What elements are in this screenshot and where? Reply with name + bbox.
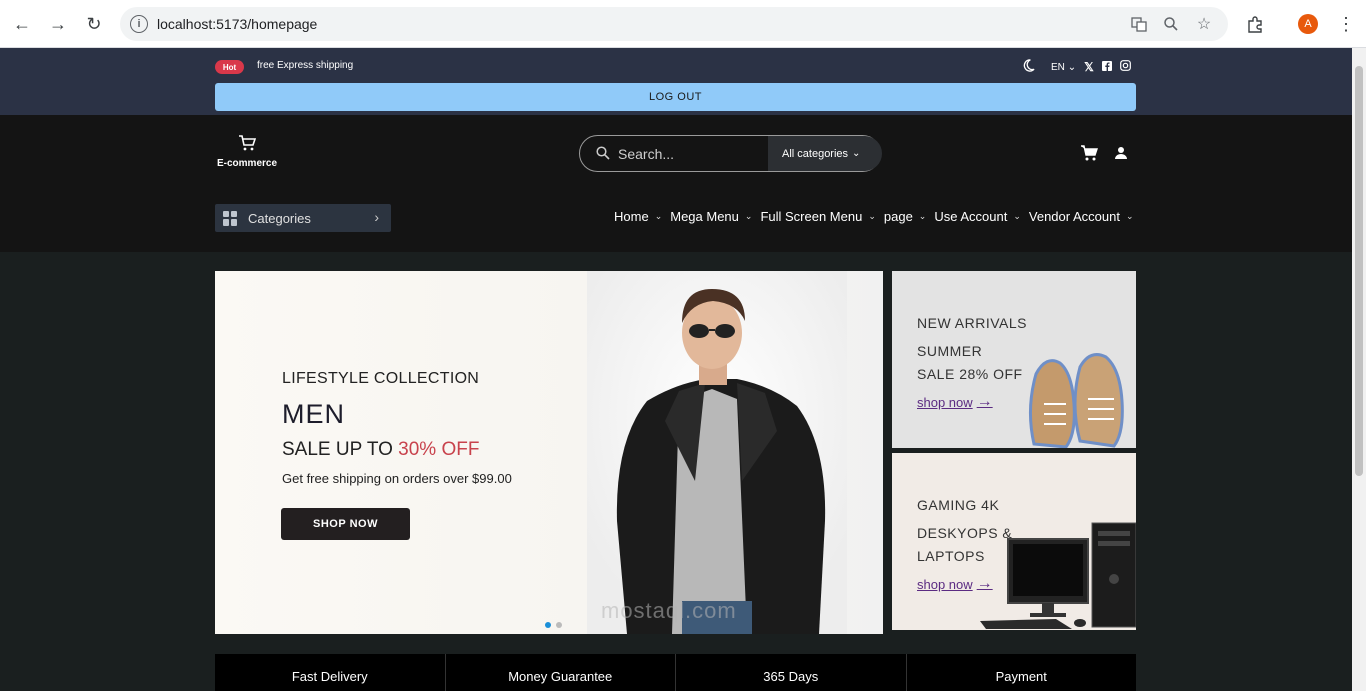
facebook-icon[interactable] xyxy=(1101,60,1112,74)
moon-icon[interactable] xyxy=(1022,59,1035,75)
computer-image xyxy=(980,522,1136,629)
url-text[interactable]: localhost:5173/homepage xyxy=(157,16,317,32)
user-icon[interactable] xyxy=(1112,144,1130,162)
menu-item-use-account[interactable]: Use Account ⌄ xyxy=(934,209,1021,224)
address-bar[interactable]: i localhost:5173/homepage ☆ xyxy=(120,7,1228,41)
page-scrollbar[interactable] xyxy=(1352,48,1366,691)
promo-banner-shoes: NEW ARRIVALS SUMMER SALE 28% OFF shop no… xyxy=(892,271,1136,448)
feature-money-guarantee: Money Guarantee xyxy=(446,654,676,691)
banner-heading: NEW ARRIVALS xyxy=(917,315,1027,331)
main-menu: Home ⌄ Mega Menu ⌄ Full Screen Menu ⌄ page ⌄… xyxy=(614,209,1142,224)
extensions-icon[interactable] xyxy=(1243,12,1267,36)
categories-button[interactable]: Categories › xyxy=(215,204,391,232)
arrow-right-icon: → xyxy=(976,393,993,410)
features-bar: Fast Delivery Money Guarantee 365 Days P… xyxy=(215,654,1136,691)
hero-subtitle: LIFESTYLE COLLECTION xyxy=(282,370,480,387)
link-label: shop now xyxy=(917,576,973,592)
site-info-icon[interactable]: i xyxy=(130,15,148,33)
menu-label: Vendor Account xyxy=(1028,209,1120,224)
translate-icon[interactable] xyxy=(1129,14,1149,34)
promo-banner-computers: GAMING 4K DESKYOPS & LAPTOPS shop now → xyxy=(892,453,1136,630)
category-select-label: All categories xyxy=(782,147,849,160)
menu-item-home[interactable]: Home ⌄ xyxy=(614,209,662,224)
chevron-down-icon: ⌄ xyxy=(654,211,663,221)
menu-item-page[interactable]: page ⌄ xyxy=(884,209,926,224)
menu-label: Full Screen Menu xyxy=(760,209,863,224)
profile-avatar[interactable]: A xyxy=(1298,14,1318,34)
cart-logo-icon xyxy=(215,135,279,156)
menu-label: page xyxy=(883,209,913,224)
browser-menu-icon[interactable]: ⋮ xyxy=(1334,12,1358,36)
model-image xyxy=(587,271,847,634)
shop-now-link[interactable]: shop now → xyxy=(917,393,993,411)
shoes-image xyxy=(1028,353,1124,448)
search-icon xyxy=(596,146,610,160)
hot-badge: Hot xyxy=(215,60,244,74)
link-label: shop now xyxy=(917,394,973,410)
chevron-down-icon: ⌄ xyxy=(868,211,876,221)
category-select[interactable]: All categories ⌄ xyxy=(768,136,882,171)
language-label: EN xyxy=(1051,61,1065,73)
reload-icon[interactable]: ↻ xyxy=(82,12,106,36)
watermark: mostaql.com xyxy=(601,598,737,623)
banner-line2: SALE 28% OFF xyxy=(917,366,1023,382)
menu-item-mega-menu[interactable]: Mega Menu ⌄ xyxy=(670,209,752,224)
hero-description: Get free shipping on orders over $99.00 xyxy=(282,471,512,486)
chevron-down-icon: ⌄ xyxy=(744,211,753,221)
grid-icon xyxy=(223,210,238,226)
back-icon[interactable]: ← xyxy=(10,12,34,36)
banner-line2: LAPTOPS xyxy=(917,548,985,564)
shipping-text: free Express shipping xyxy=(257,60,354,71)
categories-label: Categories xyxy=(248,210,311,226)
site-header: E-commerce All categories ⌄ Categories ›… xyxy=(0,115,1352,252)
language-selector[interactable]: EN ⌄ xyxy=(1051,62,1076,73)
banner-heading: GAMING 4K xyxy=(917,497,1000,513)
feature-365-days: 365 Days xyxy=(676,654,907,691)
menu-item-full-screen-menu[interactable]: Full Screen Menu ⌄ xyxy=(760,209,875,224)
bookmark-star-icon[interactable]: ☆ xyxy=(1194,14,1214,34)
sale-highlight: 30% OFF xyxy=(398,439,480,460)
chevron-down-icon: ⌄ xyxy=(1125,211,1134,221)
chevron-down-icon: ⌄ xyxy=(1067,61,1077,73)
search-bar: All categories ⌄ xyxy=(579,135,882,172)
chevron-right-icon: › xyxy=(374,209,379,225)
slider-dot[interactable] xyxy=(545,622,551,628)
hero-slider: LIFESTYLE COLLECTION MEN SALE UP TO 30% … xyxy=(215,271,883,634)
menu-item-vendor-account[interactable]: Vendor Account ⌄ xyxy=(1029,209,1134,224)
chevron-down-icon: ⌄ xyxy=(852,148,861,159)
banner-line1: SUMMER xyxy=(917,343,983,359)
shop-now-button[interactable]: SHOP NOW xyxy=(281,508,410,540)
x-twitter-icon[interactable]: 𝕏 xyxy=(1084,60,1094,74)
scrollbar-thumb[interactable] xyxy=(1355,66,1363,476)
feature-payment: Payment xyxy=(995,669,1047,684)
hero-title: MEN xyxy=(282,399,345,429)
zoom-icon[interactable] xyxy=(1161,14,1181,34)
menu-label: Home xyxy=(614,209,649,224)
slider-dot[interactable] xyxy=(556,622,562,628)
search-input[interactable] xyxy=(618,144,766,164)
forward-icon[interactable]: → xyxy=(46,12,70,36)
menu-label: Use Account xyxy=(934,209,1008,224)
site-logo[interactable]: E-commerce xyxy=(215,135,279,169)
chevron-down-icon: ⌄ xyxy=(1013,211,1021,221)
cart-icon[interactable] xyxy=(1080,144,1098,162)
feature-fast-delivery: Fast Delivery xyxy=(215,654,446,691)
instagram-icon[interactable] xyxy=(1119,60,1131,74)
logout-button[interactable]: LOG OUT xyxy=(215,83,1136,111)
topbar-icons: EN ⌄ 𝕏 xyxy=(1022,59,1131,75)
sale-prefix: SALE UP TO xyxy=(282,439,399,460)
browser-toolbar: ← → ↻ i localhost:5173/homepage ☆ A ⋮ xyxy=(0,0,1366,48)
menu-label: Mega Menu xyxy=(670,209,739,224)
hero-sale-text: SALE UP TO 30% OFF xyxy=(282,439,479,461)
chevron-down-icon: ⌄ xyxy=(918,211,927,221)
slider-dots xyxy=(545,622,562,628)
logo-text: E-commerce xyxy=(216,158,278,169)
promo-topbar: Hot free Express shipping EN ⌄ 𝕏 LOG OUT xyxy=(0,48,1352,115)
